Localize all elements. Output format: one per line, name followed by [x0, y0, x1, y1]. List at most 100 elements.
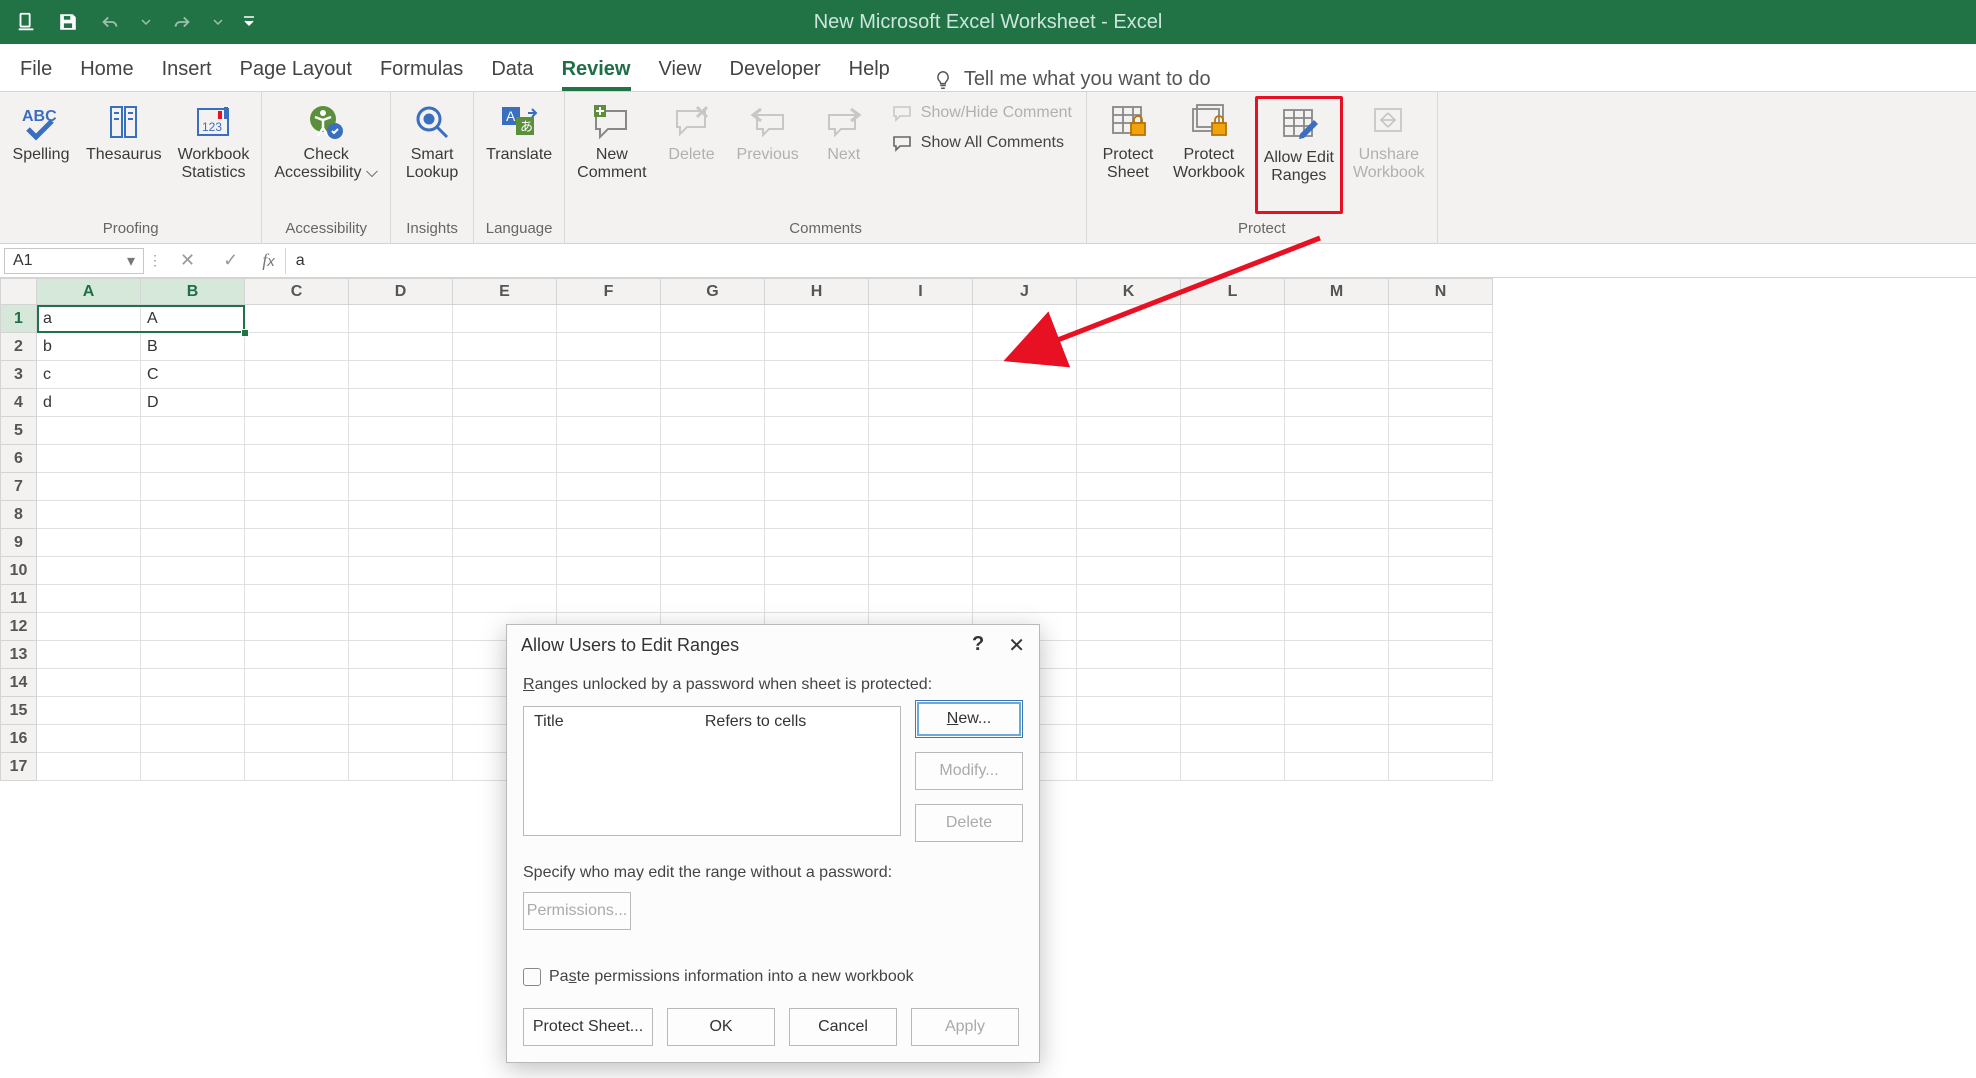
cell-K3[interactable] [1077, 361, 1181, 389]
cell-N13[interactable] [1389, 641, 1493, 669]
cell-M10[interactable] [1285, 557, 1389, 585]
close-icon[interactable]: ✕ [1008, 633, 1025, 658]
col-header-J[interactable]: J [973, 279, 1077, 305]
cell-K5[interactable] [1077, 417, 1181, 445]
cell-I10[interactable] [869, 557, 973, 585]
cell-L13[interactable] [1181, 641, 1285, 669]
cell-D10[interactable] [349, 557, 453, 585]
cell-K6[interactable] [1077, 445, 1181, 473]
cell-J4[interactable] [973, 389, 1077, 417]
cell-F4[interactable] [557, 389, 661, 417]
cell-N7[interactable] [1389, 473, 1493, 501]
cell-I1[interactable] [869, 305, 973, 333]
cell-N8[interactable] [1389, 501, 1493, 529]
cell-D9[interactable] [349, 529, 453, 557]
cell-B2[interactable]: B [141, 333, 245, 361]
cell-G2[interactable] [661, 333, 765, 361]
cell-A13[interactable] [37, 641, 141, 669]
col-header-M[interactable]: M [1285, 279, 1389, 305]
cell-F1[interactable] [557, 305, 661, 333]
cell-A7[interactable] [37, 473, 141, 501]
cell-A6[interactable] [37, 445, 141, 473]
smart-lookup-button[interactable]: Smart Lookup [397, 96, 467, 214]
cell-D3[interactable] [349, 361, 453, 389]
cell-B1[interactable]: A [141, 305, 245, 333]
cell-H1[interactable] [765, 305, 869, 333]
tab-developer[interactable]: Developer [730, 58, 821, 91]
col-header-C[interactable]: C [245, 279, 349, 305]
cell-L16[interactable] [1181, 725, 1285, 753]
ranges-listbox[interactable]: Title Refers to cells [523, 706, 901, 836]
tab-insert[interactable]: Insert [162, 58, 212, 91]
cell-N11[interactable] [1389, 585, 1493, 613]
cell-D11[interactable] [349, 585, 453, 613]
cell-M17[interactable] [1285, 753, 1389, 781]
cell-F9[interactable] [557, 529, 661, 557]
tab-review[interactable]: Review [562, 58, 631, 91]
tab-view[interactable]: View [659, 58, 702, 91]
cell-F5[interactable] [557, 417, 661, 445]
undo-icon[interactable] [98, 10, 122, 34]
cell-E5[interactable] [453, 417, 557, 445]
show-all-comments-button[interactable]: Show All Comments [891, 132, 1072, 154]
col-header-H[interactable]: H [765, 279, 869, 305]
cell-B12[interactable] [141, 613, 245, 641]
cell-K17[interactable] [1077, 753, 1181, 781]
fill-handle[interactable] [241, 329, 249, 337]
cell-K14[interactable] [1077, 669, 1181, 697]
cell-M11[interactable] [1285, 585, 1389, 613]
cell-A11[interactable] [37, 585, 141, 613]
cell-B13[interactable] [141, 641, 245, 669]
cell-C9[interactable] [245, 529, 349, 557]
cell-M6[interactable] [1285, 445, 1389, 473]
workbook-statistics-button[interactable]: 123 Workbook Statistics [172, 96, 256, 214]
save-icon[interactable] [56, 10, 80, 34]
cell-K1[interactable] [1077, 305, 1181, 333]
cell-H10[interactable] [765, 557, 869, 585]
cell-M16[interactable] [1285, 725, 1389, 753]
cell-B5[interactable] [141, 417, 245, 445]
cell-C10[interactable] [245, 557, 349, 585]
cell-D12[interactable] [349, 613, 453, 641]
cell-J9[interactable] [973, 529, 1077, 557]
cell-C7[interactable] [245, 473, 349, 501]
cell-N17[interactable] [1389, 753, 1493, 781]
cell-B9[interactable] [141, 529, 245, 557]
cell-G9[interactable] [661, 529, 765, 557]
cell-K7[interactable] [1077, 473, 1181, 501]
cell-M15[interactable] [1285, 697, 1389, 725]
cell-I7[interactable] [869, 473, 973, 501]
cell-E6[interactable] [453, 445, 557, 473]
cell-G3[interactable] [661, 361, 765, 389]
cell-G1[interactable] [661, 305, 765, 333]
col-header-N[interactable]: N [1389, 279, 1493, 305]
cell-L15[interactable] [1181, 697, 1285, 725]
col-header-I[interactable]: I [869, 279, 973, 305]
cell-C8[interactable] [245, 501, 349, 529]
cell-I4[interactable] [869, 389, 973, 417]
tab-data[interactable]: Data [491, 58, 533, 91]
cell-C16[interactable] [245, 725, 349, 753]
touch-mode-icon[interactable] [14, 10, 38, 34]
col-header-K[interactable]: K [1077, 279, 1181, 305]
cell-L6[interactable] [1181, 445, 1285, 473]
select-all-corner[interactable] [1, 279, 37, 305]
cell-A10[interactable] [37, 557, 141, 585]
cell-J2[interactable] [973, 333, 1077, 361]
cell-L8[interactable] [1181, 501, 1285, 529]
cell-J3[interactable] [973, 361, 1077, 389]
cell-F3[interactable] [557, 361, 661, 389]
cell-J10[interactable] [973, 557, 1077, 585]
cell-F11[interactable] [557, 585, 661, 613]
row-header-14[interactable]: 14 [1, 669, 37, 697]
row-header-2[interactable]: 2 [1, 333, 37, 361]
row-header-12[interactable]: 12 [1, 613, 37, 641]
cell-N12[interactable] [1389, 613, 1493, 641]
cell-K8[interactable] [1077, 501, 1181, 529]
cell-L1[interactable] [1181, 305, 1285, 333]
formula-input[interactable]: a [285, 248, 1972, 274]
row-header-16[interactable]: 16 [1, 725, 37, 753]
cell-K12[interactable] [1077, 613, 1181, 641]
spelling-button[interactable]: ABC Spelling [6, 96, 76, 214]
cell-K2[interactable] [1077, 333, 1181, 361]
